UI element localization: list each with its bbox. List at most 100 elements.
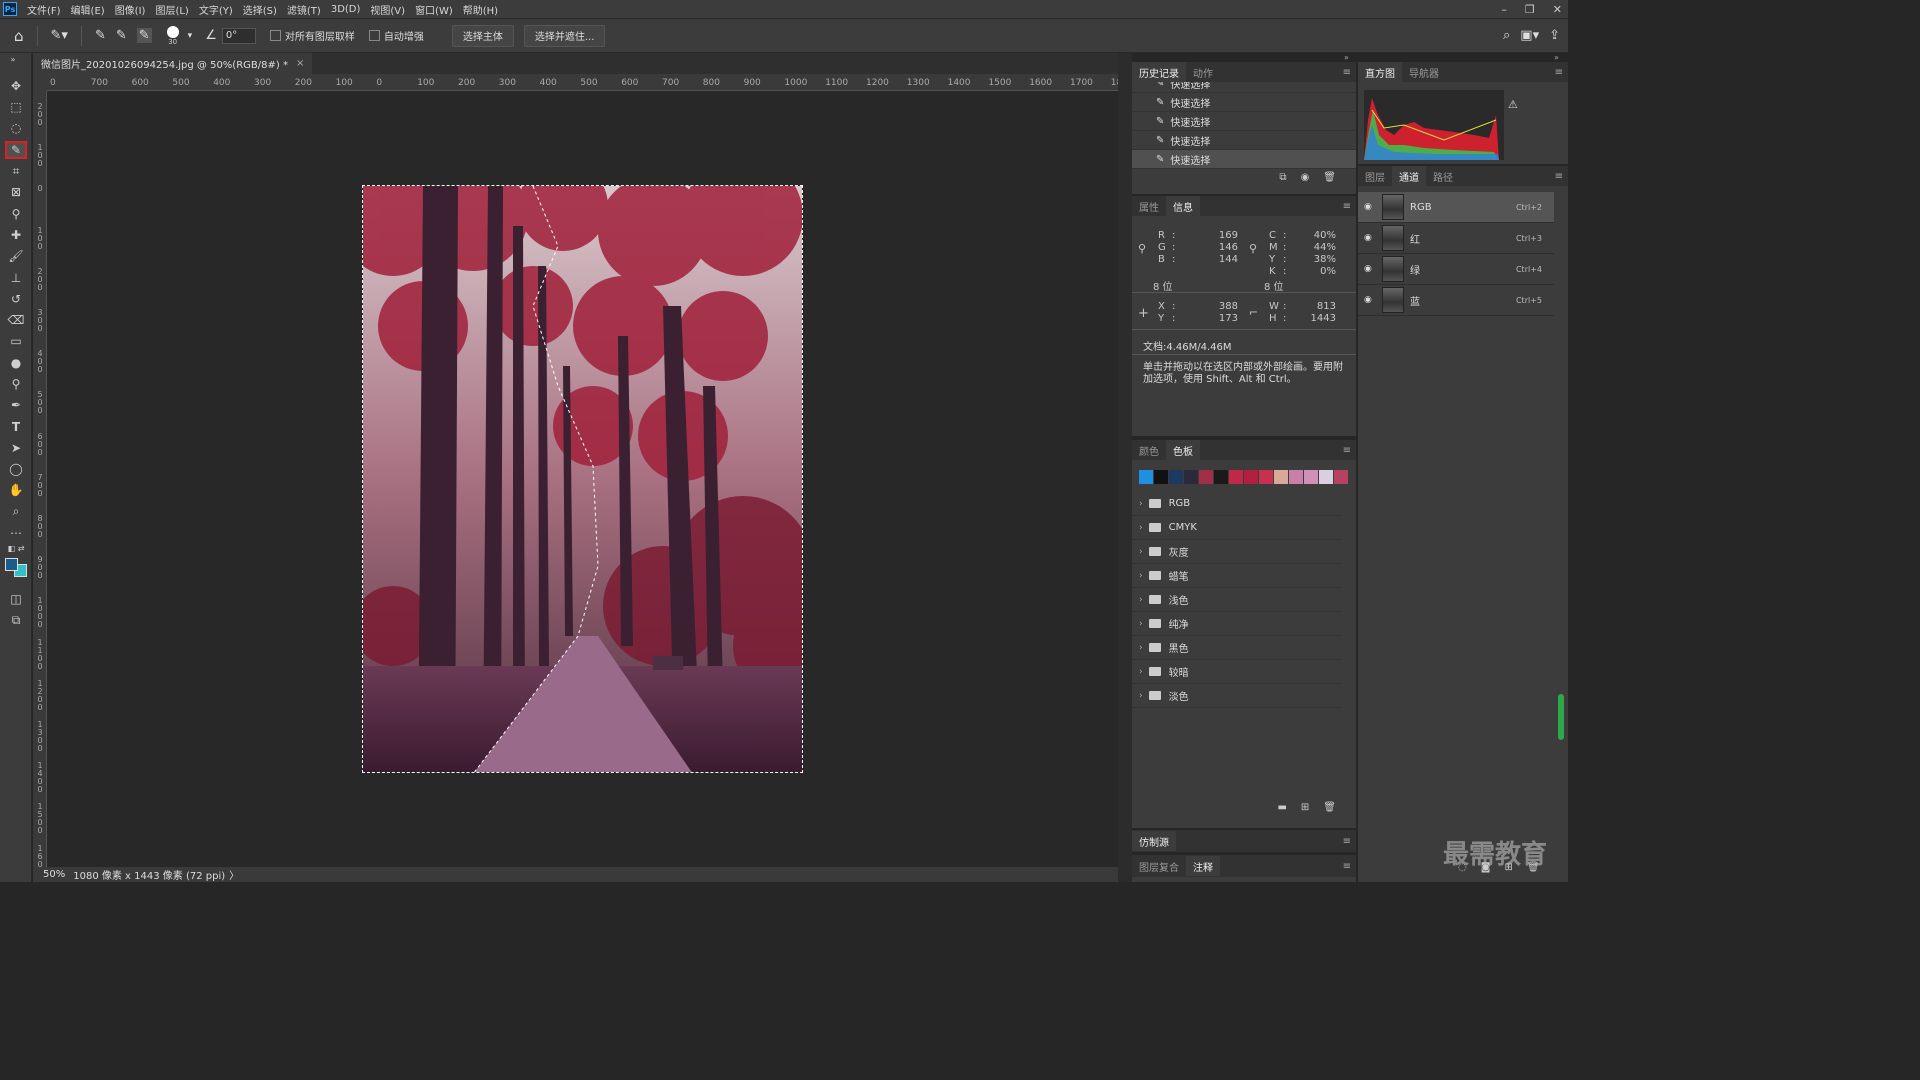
swap-colors-icon[interactable]: ◧ ⇄	[5, 543, 27, 553]
marquee-tool-icon[interactable]: ⬚	[5, 98, 27, 116]
chevron-right-icon[interactable]: ›	[1139, 643, 1143, 653]
chevron-right-icon[interactable]: ›	[1139, 499, 1143, 509]
swatches-menu-icon[interactable]: ≡	[1343, 445, 1351, 456]
color-swatch[interactable]	[1184, 470, 1198, 484]
menu-window[interactable]: 窗口(W)	[415, 2, 453, 17]
color-swatch[interactable]	[1274, 470, 1288, 484]
swatch-group-row[interactable]: › 黑色	[1132, 636, 1342, 660]
menu-layer[interactable]: 图层(L)	[155, 2, 188, 17]
chevron-right-icon[interactable]: ›	[1139, 619, 1143, 629]
channel-row-blue[interactable]: ◉ 蓝 Ctrl+5	[1358, 285, 1554, 316]
chevron-right-icon[interactable]: ›	[1139, 547, 1143, 557]
color-swatch[interactable]	[1214, 470, 1228, 484]
crop-tool-icon[interactable]: ⌗	[5, 162, 27, 180]
menu-3d[interactable]: 3D(D)	[331, 4, 361, 15]
notes-menu-icon[interactable]: ≡	[1343, 861, 1351, 872]
chevron-right-icon[interactable]: ›	[1139, 571, 1143, 581]
close-tab-icon[interactable]: ×	[296, 58, 304, 69]
tab-notes[interactable]: 注释	[1186, 856, 1220, 876]
color-swatch[interactable]	[1259, 470, 1273, 484]
channels-menu-icon[interactable]: ≡	[1555, 171, 1563, 182]
add-to-selection-icon[interactable]: ✎	[116, 28, 127, 43]
history-item-selected[interactable]: ✎ 快速选择	[1132, 150, 1356, 169]
sample-all-layers-checkbox[interactable]	[269, 30, 281, 41]
color-swatch[interactable]	[1334, 470, 1348, 484]
trash-icon[interactable]: 🗑	[1323, 802, 1336, 813]
histogram-menu-icon[interactable]: ≡	[1555, 67, 1563, 78]
hand-tool-icon[interactable]: ✋	[5, 481, 27, 499]
close-button[interactable]: ✕	[1553, 3, 1562, 16]
quick-selection-tool-icon[interactable]: ✎	[5, 141, 27, 159]
restore-button[interactable]: ❐	[1525, 3, 1535, 16]
visibility-eye-icon[interactable]: ◉	[1364, 264, 1378, 274]
visibility-eye-icon[interactable]: ◉	[1364, 202, 1378, 212]
visibility-eye-icon[interactable]: ◉	[1364, 295, 1378, 305]
trash-icon[interactable]: 🗑	[1323, 172, 1336, 183]
new-group-icon[interactable]: ▬	[1277, 802, 1286, 813]
blur-tool-icon[interactable]: ●	[5, 354, 27, 372]
ellipse-tool-icon[interactable]: ◯	[5, 460, 27, 478]
tab-history[interactable]: 历史记录	[1132, 62, 1186, 82]
tab-layer-comps[interactable]: 图层复合	[1132, 856, 1186, 876]
select-and-mask-button[interactable]: 选择并遮住...	[523, 24, 606, 47]
tab-channels[interactable]: 通道	[1392, 166, 1426, 186]
menu-edit[interactable]: 编辑(E)	[71, 2, 105, 17]
color-swatch[interactable]	[1304, 470, 1318, 484]
frame-tool-icon[interactable]: ⊠	[5, 183, 27, 201]
menu-type[interactable]: 文字(Y)	[199, 2, 233, 17]
chevron-down-icon[interactable]: ▾	[188, 31, 193, 41]
color-swatch[interactable]	[1169, 470, 1183, 484]
color-swatch[interactable]	[1244, 470, 1258, 484]
tab-layers[interactable]: 图层	[1358, 166, 1392, 186]
scrollbar-thumb[interactable]	[1558, 694, 1564, 740]
swatch-group-row[interactable]: › 灰度	[1132, 540, 1342, 564]
foreground-color-swatch[interactable]	[5, 558, 18, 571]
tab-navigator[interactable]: 导航器	[1402, 62, 1446, 82]
healing-brush-tool-icon[interactable]: ✚	[5, 226, 27, 244]
snapshot-icon[interactable]: ◉	[1301, 172, 1310, 183]
document-tab[interactable]: 微信图片_20201026094254.jpg @ 50%(RGB/8#) * …	[33, 53, 313, 74]
tab-clone-source[interactable]: 仿制源	[1132, 831, 1176, 851]
menu-image[interactable]: 图像(I)	[115, 2, 146, 17]
workspace-icon[interactable]: ▣▾	[1520, 28, 1539, 43]
eraser-tool-icon[interactable]: ⌫	[5, 311, 27, 329]
warning-icon[interactable]: ⚠	[1508, 98, 1518, 111]
color-swatch[interactable]	[1289, 470, 1303, 484]
color-swatch[interactable]	[1229, 470, 1243, 484]
tab-info[interactable]: 信息	[1166, 196, 1200, 216]
status-arrow-icon[interactable]: 〉	[229, 867, 239, 882]
subtract-selection-icon[interactable]: ✎	[136, 28, 152, 43]
dodge-tool-icon[interactable]: ⚲	[5, 375, 27, 393]
clone-stamp-tool-icon[interactable]: ⊥	[5, 269, 27, 287]
more-tools-icon[interactable]: ⋯	[5, 524, 27, 542]
quick-selection-preset-icon[interactable]: ✎▾	[51, 28, 68, 43]
channel-row-green[interactable]: ◉ 绿 Ctrl+4	[1358, 254, 1554, 285]
type-tool-icon[interactable]: T	[5, 418, 27, 436]
swatch-group-row[interactable]: › 浅色	[1132, 588, 1342, 612]
search-icon[interactable]: ⌕	[1503, 28, 1510, 43]
new-selection-icon[interactable]: ✎	[95, 28, 106, 43]
history-item[interactable]: ✎ 快速选择	[1132, 112, 1356, 131]
tab-color[interactable]: 颜色	[1132, 440, 1166, 460]
expand-toolbar-icon[interactable]: »	[2, 55, 24, 64]
quick-mask-icon[interactable]: ◫	[5, 590, 27, 608]
menu-select[interactable]: 选择(S)	[243, 2, 277, 17]
auto-enhance-checkbox[interactable]	[368, 30, 380, 41]
swatch-group-row[interactable]: › RGB	[1132, 492, 1342, 516]
menu-file[interactable]: 文件(F)	[27, 2, 61, 17]
info-menu-icon[interactable]: ≡	[1343, 201, 1351, 212]
channel-row-red[interactable]: ◉ 红 Ctrl+3	[1358, 223, 1554, 254]
tab-actions[interactable]: 动作	[1186, 62, 1220, 82]
zoom-tool-icon[interactable]: ⌕	[5, 502, 27, 520]
tab-paths[interactable]: 路径	[1426, 166, 1460, 186]
chevron-right-icon[interactable]: ›	[1139, 691, 1143, 701]
zoom-level[interactable]: 50%	[43, 869, 65, 880]
color-swatch[interactable]	[1319, 470, 1333, 484]
new-document-from-state-icon[interactable]: ⧉	[1279, 172, 1286, 183]
history-item[interactable]: ✎ 快速选择	[1132, 131, 1356, 150]
chevron-right-icon[interactable]: ›	[1139, 667, 1143, 677]
visibility-eye-icon[interactable]: ◉	[1364, 233, 1378, 243]
minimize-button[interactable]: –	[1501, 3, 1507, 16]
share-icon[interactable]: ⇪	[1549, 28, 1560, 43]
move-tool-icon[interactable]: ✥	[5, 77, 27, 95]
